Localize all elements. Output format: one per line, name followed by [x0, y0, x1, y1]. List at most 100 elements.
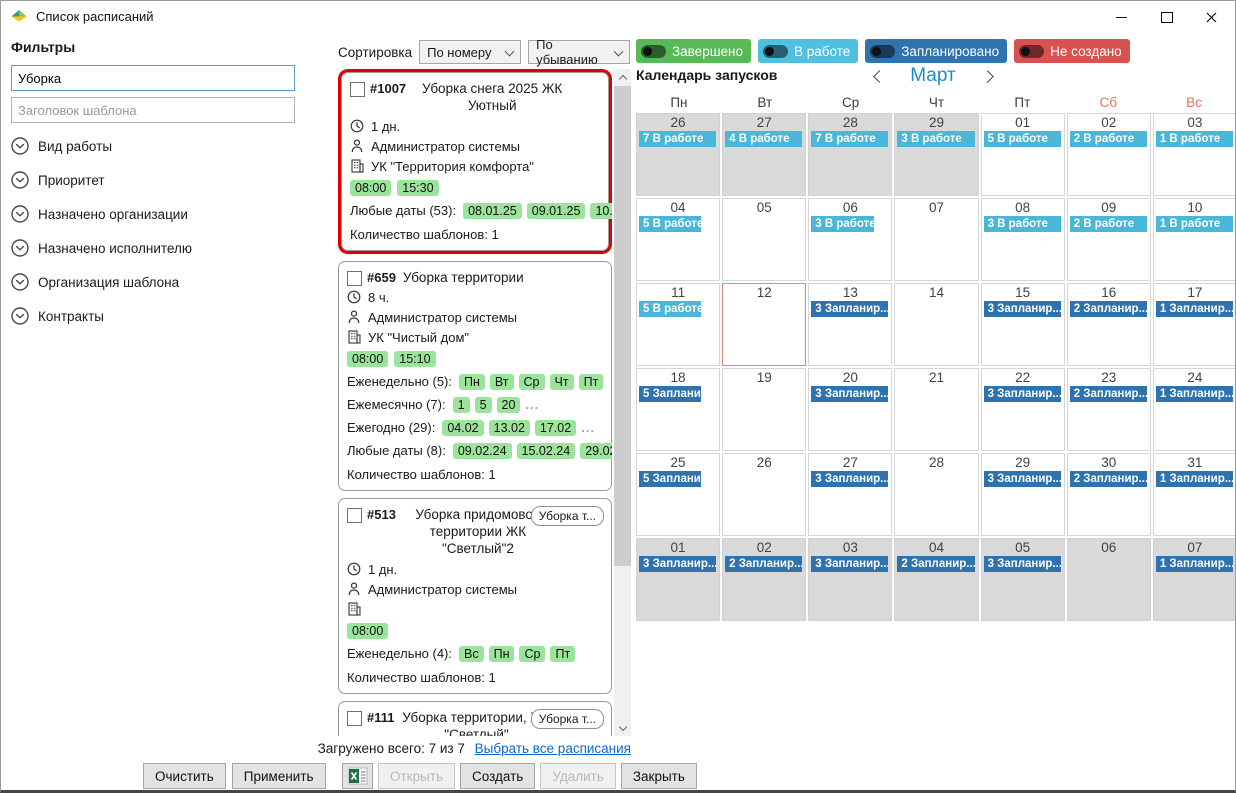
work-type-tag[interactable]: Уборка т...: [531, 709, 604, 729]
calendar-day[interactable]: 013 Запланир...: [636, 538, 720, 621]
minimize-button[interactable]: [1099, 2, 1144, 32]
search-input[interactable]: [11, 65, 295, 91]
calendar-day[interactable]: 19: [722, 368, 806, 451]
export-excel-button[interactable]: [342, 763, 373, 789]
calendar-day[interactable]: 12: [722, 283, 806, 366]
filter-section[interactable]: Организация шаблона: [11, 271, 295, 293]
calendar-day[interactable]: 28: [894, 453, 978, 536]
calendar-day[interactable]: 05: [722, 198, 806, 281]
calendar-day[interactable]: 293 Запланир...: [981, 453, 1065, 536]
info-text: 1 дн.: [368, 562, 397, 577]
calendar-day[interactable]: 185 Запланир...: [636, 368, 720, 451]
calendar-day[interactable]: 031 В работе: [1153, 113, 1236, 196]
sort-by-dropdown[interactable]: По номеру: [419, 40, 521, 64]
schedule-row: Ежемесячно (7):1520...: [347, 397, 603, 413]
filter-section[interactable]: Вид работы: [11, 135, 295, 157]
schedule-card[interactable]: #111Уборка территории, ЖК "Светлый"Уборк…: [338, 701, 612, 736]
template-title-input[interactable]: [11, 97, 295, 123]
legend-toggle-inwork[interactable]: В работе: [758, 39, 858, 63]
clock-icon: [347, 290, 361, 304]
card-info-row: Администратор системы: [347, 309, 603, 326]
calendar-day[interactable]: 267 В работе: [636, 113, 720, 196]
select-all-link[interactable]: Выбрать все расписания: [475, 741, 631, 756]
close-window-button[interactable]: Закрыть: [621, 763, 697, 789]
app-logo-icon: [10, 6, 28, 27]
prev-month-button[interactable]: [869, 65, 889, 87]
filter-section-label: Назначено исполнителю: [38, 241, 192, 256]
calendar-day[interactable]: 21: [894, 368, 978, 451]
calendar-day[interactable]: 171 Запланир...: [1153, 283, 1236, 366]
maximize-button[interactable]: [1144, 2, 1189, 32]
calendar-day[interactable]: 293 В работе: [894, 113, 978, 196]
calendar-day[interactable]: 311 Запланир...: [1153, 453, 1236, 536]
scrollbar-thumb[interactable]: [614, 86, 631, 566]
calendar-day[interactable]: 14: [894, 283, 978, 366]
day-number: 05: [723, 200, 805, 215]
calendar-day[interactable]: 203 Запланир...: [808, 368, 892, 451]
calendar-day[interactable]: 274 В работе: [722, 113, 806, 196]
create-button[interactable]: Создать: [460, 763, 535, 789]
calendar-day[interactable]: 015 В работе: [981, 113, 1065, 196]
filter-section[interactable]: Контракты: [11, 305, 295, 327]
filter-section[interactable]: Приоритет: [11, 169, 295, 191]
calendar-day[interactable]: 255 Запланир...: [636, 453, 720, 536]
calendar-day[interactable]: 071 Запланир...: [1153, 538, 1236, 621]
calendar-day[interactable]: 287 В работе: [808, 113, 892, 196]
calendar-day[interactable]: 223 Запланир...: [981, 368, 1065, 451]
calendar-day[interactable]: 063 В работе: [808, 198, 892, 281]
toggle-knob: [643, 47, 652, 56]
card-checkbox[interactable]: [350, 82, 365, 97]
sort-label: Сортировка: [338, 45, 412, 60]
calendar-day[interactable]: 273 Запланир...: [808, 453, 892, 536]
close-button[interactable]: [1189, 2, 1234, 32]
legend-toggle-notcreated[interactable]: Не создано: [1014, 39, 1130, 63]
scrollbar-up-button[interactable]: [614, 69, 631, 86]
legend-toggle-completed[interactable]: Завершено: [636, 39, 751, 63]
calendar-day[interactable]: 162 Запланир...: [1067, 283, 1151, 366]
schedule-card[interactable]: #1007Уборка снега 2025 ЖК Уютный1 дн.Адм…: [341, 72, 609, 251]
card-checkbox[interactable]: [347, 271, 362, 286]
calendar-day[interactable]: 045 В работе: [636, 198, 720, 281]
schedule-card[interactable]: #513Уборка придомовой территории ЖК "Све…: [338, 498, 612, 694]
more-ellipsis: ...: [581, 420, 595, 435]
calendar-day[interactable]: 083 В работе: [981, 198, 1065, 281]
month-label: Март: [910, 65, 955, 87]
day-number: 25: [637, 455, 719, 470]
next-month-button[interactable]: [977, 65, 997, 87]
filter-section[interactable]: Назначено исполнителю: [11, 237, 295, 259]
calendar-day[interactable]: 092 В работе: [1067, 198, 1151, 281]
calendar-day[interactable]: 241 Запланир...: [1153, 368, 1236, 451]
list-scrollbar[interactable]: [614, 69, 631, 736]
calendar-day[interactable]: 07: [894, 198, 978, 281]
scrollbar-down-button[interactable]: [614, 719, 631, 736]
date-chip: 29.02.24: [580, 443, 612, 459]
calendar-day[interactable]: 101 В работе: [1153, 198, 1236, 281]
work-type-tag[interactable]: Уборка т...: [531, 506, 604, 526]
sort-order-dropdown[interactable]: По убыванию: [528, 40, 630, 64]
status-badge: 1 Запланир...: [1156, 471, 1233, 487]
card-checkbox[interactable]: [347, 508, 362, 523]
calendar-day[interactable]: 042 Запланир...: [894, 538, 978, 621]
legend-toggle-planned[interactable]: Запланировано: [865, 39, 1007, 63]
calendar-day[interactable]: 022 Запланир...: [722, 538, 806, 621]
apply-button[interactable]: Применить: [232, 763, 326, 789]
calendar-day[interactable]: 232 Запланир...: [1067, 368, 1151, 451]
schedule-card[interactable]: #659Уборка территории8 ч.Администратор с…: [338, 261, 612, 491]
calendar-day[interactable]: 133 Запланир...: [808, 283, 892, 366]
calendar-day[interactable]: 302 Запланир...: [1067, 453, 1151, 536]
status-badge: 2 В работе: [1070, 216, 1147, 232]
time-chip: 08:00: [347, 351, 388, 367]
calendar-day[interactable]: 022 В работе: [1067, 113, 1151, 196]
calendar-day[interactable]: 153 Запланир...: [981, 283, 1065, 366]
calendar-day[interactable]: 26: [722, 453, 806, 536]
calendar-day[interactable]: 033 Запланир...: [808, 538, 892, 621]
sort-row: Сортировка По номеру По убыванию: [338, 40, 630, 64]
calendar-day[interactable]: 115 В работе: [636, 283, 720, 366]
day-number: 26: [723, 455, 805, 470]
clear-button[interactable]: Очистить: [143, 763, 226, 789]
calendar-day[interactable]: 06: [1067, 538, 1151, 621]
calendar-day[interactable]: 053 Запланир...: [981, 538, 1065, 621]
filter-section[interactable]: Назначено организации: [11, 203, 295, 225]
card-checkbox[interactable]: [347, 711, 362, 726]
status-badge: 3 Запланир...: [811, 386, 888, 402]
